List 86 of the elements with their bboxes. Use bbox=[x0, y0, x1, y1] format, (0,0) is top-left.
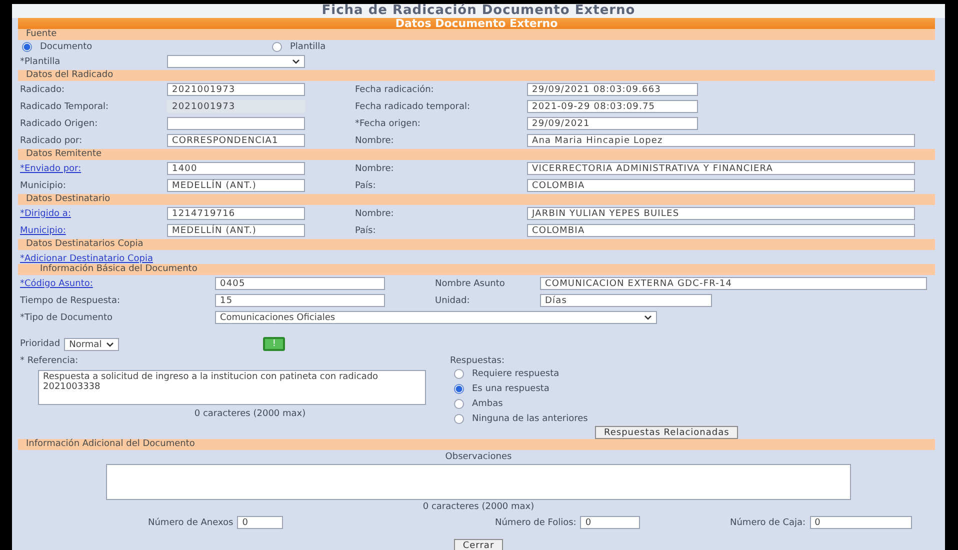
section-header: Información Básica del Documento bbox=[18, 264, 935, 275]
text-field[interactable]: 1214719716 bbox=[167, 207, 305, 220]
field-label: *Fecha origen: bbox=[355, 118, 422, 128]
character-counter: 0 caracteres (2000 max) bbox=[194, 409, 306, 419]
text-field[interactable]: 15 bbox=[215, 294, 385, 307]
field-label: Respuestas: bbox=[450, 356, 506, 366]
caret-icon bbox=[292, 59, 300, 64]
section-header: Datos Destinatarios Copia bbox=[18, 239, 935, 250]
text-field[interactable]: 2021001973 bbox=[167, 100, 305, 113]
radio-button[interactable] bbox=[454, 368, 464, 378]
field-label: Radicado Temporal: bbox=[20, 102, 110, 112]
character-counter: 0 caracteres (2000 max) bbox=[422, 502, 534, 512]
text-field[interactable]: 29/09/2021 bbox=[527, 117, 698, 130]
field-label: Prioridad bbox=[20, 339, 60, 349]
radio-label: Documento bbox=[40, 42, 92, 52]
field-label: Nombre: bbox=[355, 136, 395, 146]
text-field[interactable]: COMUNICACION EXTERNA GDC-FR-14 bbox=[540, 277, 927, 290]
section-header: Datos Destinatario bbox=[18, 194, 935, 205]
caret-icon bbox=[644, 315, 652, 320]
text-field[interactable]: Días bbox=[540, 294, 712, 307]
text-field[interactable]: COLOMBIA bbox=[527, 224, 915, 237]
field-link[interactable]: *Dirigido a: bbox=[20, 208, 167, 218]
radio-label: Requiere respuesta bbox=[472, 368, 560, 378]
text-field[interactable]: 2021001973 bbox=[167, 83, 305, 96]
observations-textarea[interactable] bbox=[106, 464, 851, 500]
field-label: País: bbox=[355, 226, 377, 236]
close-button[interactable]: Cerrar bbox=[454, 539, 504, 550]
radio-label: Ambas bbox=[472, 398, 503, 408]
section-header: Fuente bbox=[18, 29, 935, 40]
field-label: Municipio: bbox=[20, 180, 67, 190]
radio-button[interactable] bbox=[454, 398, 464, 408]
template-select[interactable] bbox=[167, 55, 305, 68]
form-banner: Datos Documento Externo bbox=[18, 18, 935, 29]
radio-button[interactable] bbox=[454, 414, 464, 424]
field-label: Radicado por: bbox=[20, 136, 84, 146]
radio-label: Plantilla bbox=[290, 42, 326, 52]
field-label: *Plantilla bbox=[20, 56, 62, 66]
text-field[interactable]: 1400 bbox=[167, 162, 305, 175]
field-label: Radicado Origen: bbox=[20, 118, 99, 128]
field-label: * Referencia: bbox=[20, 356, 80, 366]
text-field[interactable]: 0405 bbox=[215, 277, 385, 290]
text-field[interactable]: VICERRECTORIA ADMINISTRATIVA Y FINANCIERA bbox=[527, 162, 915, 175]
field-label: Número de Folios: bbox=[495, 518, 576, 528]
number-field[interactable]: 0 bbox=[580, 516, 640, 529]
radio-label: Ninguna de las anteriores bbox=[472, 414, 588, 424]
text-field[interactable]: Ana Maria Hincapie Lopez bbox=[527, 134, 915, 147]
field-label: Nombre: bbox=[355, 208, 395, 218]
radio-button[interactable] bbox=[22, 42, 32, 52]
caret-icon bbox=[106, 342, 114, 346]
radio-button[interactable] bbox=[454, 384, 464, 394]
radio-button[interactable] bbox=[272, 42, 282, 52]
number-field[interactable]: 0 bbox=[237, 516, 284, 529]
field-label: *Tipo de Documento bbox=[20, 312, 114, 322]
section-header: Información Adicional del Documento bbox=[18, 439, 935, 450]
add-copy-link[interactable]: *Adicionar Destinatario Copia bbox=[20, 254, 153, 264]
field-label: Observaciones bbox=[445, 452, 512, 462]
text-field[interactable]: MEDELLÍN (ANT.) bbox=[167, 224, 305, 237]
field-label: Unidad: bbox=[435, 296, 471, 306]
field-label: Tiempo de Respuesta: bbox=[20, 296, 122, 306]
text-field[interactable]: JARBIN YULIAN YEPES BUILES bbox=[527, 207, 915, 220]
field-label: País: bbox=[355, 180, 377, 190]
text-field[interactable]: MEDELLÍN (ANT.) bbox=[167, 179, 305, 192]
field-label: Fecha radicado temporal: bbox=[355, 102, 472, 112]
field-label: Nombre: bbox=[355, 164, 395, 174]
radio-label: Es una respuesta bbox=[472, 384, 550, 394]
number-field[interactable]: 0 bbox=[810, 516, 912, 529]
field-label: Nombre Asunto bbox=[435, 278, 506, 288]
document-type-select[interactable]: Comunicaciones Oficiales bbox=[215, 311, 657, 324]
field-label: Número de Caja: bbox=[730, 518, 806, 528]
text-field[interactable] bbox=[167, 117, 305, 130]
field-link[interactable]: *Código Asunto: bbox=[20, 278, 215, 288]
section-header: Datos Remitente bbox=[18, 149, 935, 160]
text-field[interactable]: CORRESPONDENCIA1 bbox=[167, 134, 305, 147]
related-answers-button[interactable]: Respuestas Relacionadas bbox=[595, 426, 738, 439]
field-link[interactable]: *Enviado por: bbox=[20, 164, 167, 174]
field-label: Número de Anexos bbox=[148, 518, 234, 528]
text-field[interactable]: COLOMBIA bbox=[527, 179, 915, 192]
field-link[interactable]: Municipio: bbox=[20, 226, 167, 236]
section-header: Datos del Radicado bbox=[18, 70, 935, 81]
text-field[interactable]: 2021-09-29 08:03:09.75 bbox=[527, 100, 698, 113]
field-label: Fecha radicación: bbox=[355, 84, 435, 94]
priority-select[interactable]: Normal bbox=[64, 338, 120, 350]
form-title: Ficha de Radicación Documento Externo bbox=[12, 4, 945, 18]
text-field[interactable]: 29/09/2021 08:03:09.663 bbox=[527, 83, 698, 96]
reference-textarea[interactable]: Respuesta a solicitud de ingreso a la institucion con patineta con radicado 2021003338 bbox=[38, 370, 426, 405]
field-label: Radicado: bbox=[20, 84, 66, 94]
